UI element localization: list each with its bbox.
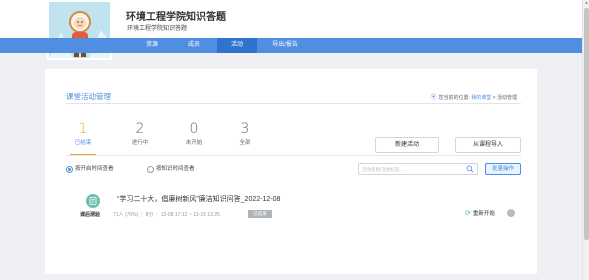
stat-count: 2 — [135, 121, 145, 137]
restart-label: 重新开始 — [472, 211, 495, 217]
refresh-icon: ⟳ — [465, 210, 471, 217]
tab-not-started[interactable]: 0 未开始 — [179, 121, 209, 146]
nav-item-members[interactable]: 成员 — [175, 38, 213, 53]
activity-participants: 71人 (70%) — [113, 212, 139, 218]
meta-separator: | — [141, 212, 143, 218]
nav-item-export-report[interactable]: 导出/报告 — [261, 38, 309, 53]
divider — [66, 103, 521, 104]
divider — [66, 155, 521, 156]
stat-label: 未开始 — [185, 140, 203, 146]
course-header: 环境工程学院知识答题 环境工程学院知识答题 — [0, 0, 582, 60]
more-options-icon[interactable] — [507, 206, 515, 217]
status-badge: 已结束 — [248, 210, 272, 218]
location-pin-icon: ⦿ — [430, 95, 437, 101]
activity-score: 8分 — [145, 212, 154, 218]
document-icon — [89, 197, 97, 205]
activity-management-panel: 课堂活动管理 ⦿ 您当前的位置: 我的课堂 > 活动管理 1 已结束 2 进行中 … — [45, 69, 537, 274]
stat-count: 3 — [240, 121, 250, 137]
breadcrumb-link-my-class[interactable]: 我的课堂 — [471, 95, 491, 101]
activity-meta: 71人 (70%) | 8分 | 12-08 17:12 ~ 12-15 13:25 — [113, 211, 220, 218]
tab-all[interactable]: 3 全部 — [230, 121, 260, 146]
scroll-up-arrow-icon[interactable]: ▲ — [584, 1, 589, 6]
radio-label: 按开启时间查看 — [75, 166, 114, 172]
search-input[interactable] — [362, 165, 462, 174]
activity-type-label: 课后测验 — [80, 212, 101, 218]
stat-count: 1 — [78, 121, 88, 137]
search-icon[interactable] — [466, 165, 474, 173]
course-title: 环境工程学院知识答题 — [126, 12, 226, 23]
breadcrumb-separator: > — [492, 95, 496, 101]
stat-label: 进行中 — [131, 140, 149, 146]
scrollbar-thumb[interactable] — [584, 8, 589, 240]
search-box — [358, 163, 478, 175]
batch-action-button[interactable]: 批量操作 — [485, 163, 521, 175]
location-prefix: 您当前的位置: — [438, 95, 470, 101]
breadcrumb: ⦿ 您当前的位置: 我的课堂 > 活动管理 — [430, 92, 517, 101]
quiz-icon — [86, 194, 100, 208]
import-from-course-button[interactable]: 从课程导入 — [455, 137, 521, 153]
tab-in-progress[interactable]: 2 进行中 — [125, 121, 155, 146]
stat-count: 0 — [189, 121, 199, 137]
radio-unselected-icon — [147, 165, 154, 173]
filter-by-start-time-radio[interactable]: 按开启时间查看 — [66, 164, 114, 174]
course-subtitle: 环境工程学院知识答题 — [127, 26, 188, 32]
breadcrumb-current: 活动管理 — [496, 95, 517, 101]
new-activity-button[interactable]: 新建活动 — [375, 137, 439, 153]
nav-item-resources[interactable]: 资源 — [133, 38, 171, 53]
stat-label: 全部 — [239, 140, 251, 146]
course-nav: 资源 成员 活动 导出/报告 — [0, 38, 582, 53]
page-scrollbar[interactable]: ▲ — [582, 0, 589, 280]
stat-label: 已结束 — [74, 140, 92, 146]
activity-title[interactable]: “学习二十大，倡廉树新风”廉洁知识问答_2022-12-08 — [117, 194, 280, 204]
restart-button[interactable]: ⟳ 重新开始 — [465, 209, 495, 217]
section-title: 课堂活动管理 — [66, 92, 111, 101]
filter-by-group-radio[interactable]: 按知识时间查看 — [147, 164, 195, 174]
tab-ended[interactable]: 1 已结束 — [68, 121, 98, 146]
radio-selected-icon — [66, 165, 73, 173]
meta-separator: | — [156, 212, 158, 218]
activity-time-range: 12-08 17:12 ~ 12-15 13:25 — [160, 212, 220, 218]
nav-item-activities[interactable]: 活动 — [217, 38, 257, 53]
radio-label: 按知识时间查看 — [156, 166, 195, 172]
